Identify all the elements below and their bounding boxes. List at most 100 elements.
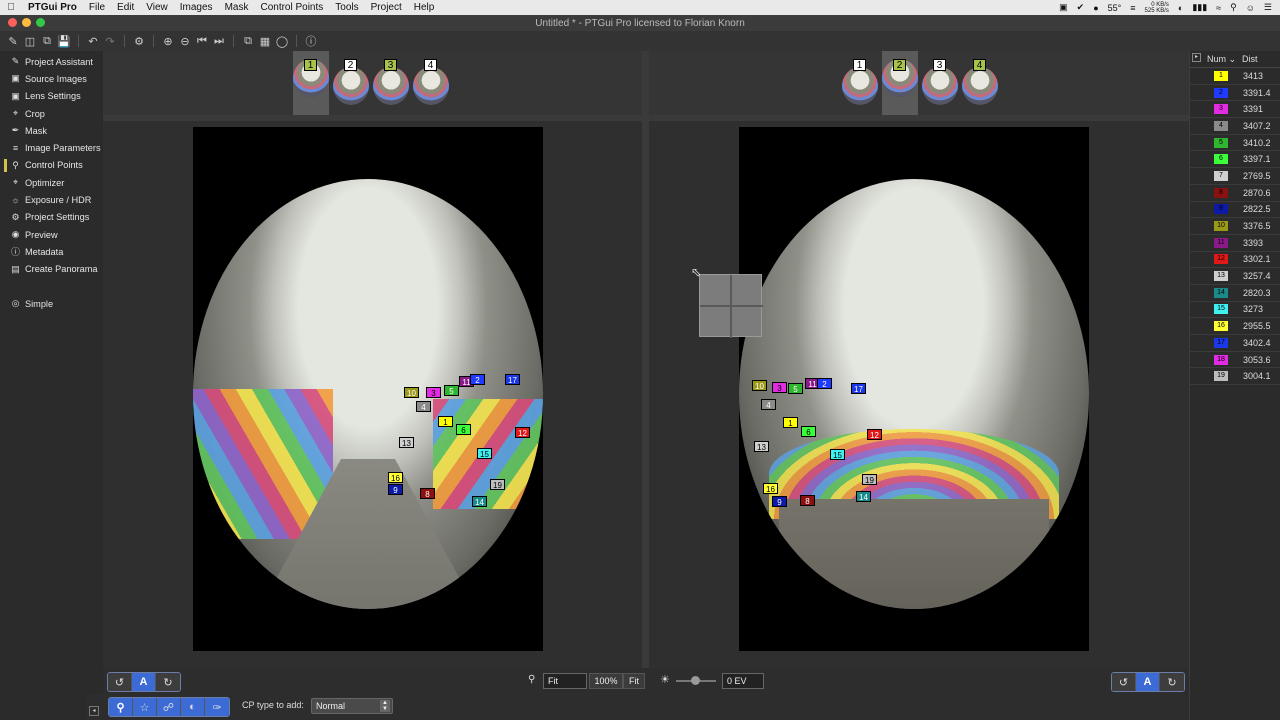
notification-icon[interactable]: ☰ bbox=[1264, 2, 1272, 13]
close-window-button[interactable] bbox=[8, 18, 17, 27]
minimize-window-button[interactable] bbox=[22, 18, 31, 27]
control-point[interactable]: 10 bbox=[752, 380, 767, 391]
new-project-icon[interactable]: ✎ bbox=[6, 34, 20, 48]
sidebar-item-lens-settings[interactable]: ▣ Lens Settings bbox=[0, 88, 102, 105]
table-row[interactable]: 7 2769.5 bbox=[1190, 168, 1280, 185]
sidebar-item-control-points[interactable]: ⚲ Control Points bbox=[0, 157, 102, 174]
help-icon[interactable]: ⓘ bbox=[304, 34, 318, 48]
table-row[interactable]: 1 3413 bbox=[1190, 68, 1280, 85]
menu-images[interactable]: Images bbox=[174, 2, 219, 13]
table-row[interactable]: 4 3407.2 bbox=[1190, 118, 1280, 135]
table-row[interactable]: 5 3410.2 bbox=[1190, 135, 1280, 152]
sidebar-item-image-parameters[interactable]: ≡ Image Parameters bbox=[0, 139, 102, 156]
table-row[interactable]: 2 3391.4 bbox=[1190, 85, 1280, 102]
table-row[interactable]: 18 3053.6 bbox=[1190, 352, 1280, 369]
battery-icon[interactable]: ▮▮▮ bbox=[1192, 2, 1207, 13]
left-thumb-3[interactable]: 3 bbox=[373, 59, 409, 107]
menu-app-name[interactable]: PTGui Pro bbox=[22, 2, 83, 13]
exposure-slider-thumb[interactable] bbox=[691, 676, 700, 685]
sidebar-item-crop[interactable]: ⌖ Crop bbox=[0, 105, 102, 122]
control-point[interactable]: 8 bbox=[800, 495, 815, 506]
table-row[interactable]: 16 2955.5 bbox=[1190, 318, 1280, 335]
sidebar-item-source-images[interactable]: ▣ Source Images bbox=[0, 70, 102, 87]
table-row[interactable]: 13 3257.4 bbox=[1190, 268, 1280, 285]
panorama-editor-icon[interactable]: ⧉ bbox=[241, 34, 255, 48]
control-point[interactable]: 12 bbox=[867, 429, 882, 440]
control-point[interactable]: 6 bbox=[801, 426, 816, 437]
sidebar-item-simple[interactable]: ◎ Simple bbox=[0, 295, 102, 312]
control-point[interactable]: 6 bbox=[456, 424, 471, 435]
control-point[interactable]: 2 bbox=[470, 374, 485, 385]
right-thumb-3[interactable]: 3 bbox=[922, 59, 958, 107]
contrast-icon[interactable]: ◐ bbox=[181, 698, 205, 716]
table-row[interactable]: 14 2820.3 bbox=[1190, 285, 1280, 302]
table-row[interactable]: 8 2870.6 bbox=[1190, 185, 1280, 202]
zoom-100-button[interactable]: 100% bbox=[589, 673, 623, 689]
pane-splitter-vertical[interactable] bbox=[642, 51, 649, 668]
save-project-icon[interactable]: 💾 bbox=[57, 34, 71, 48]
control-point[interactable]: 16 bbox=[388, 472, 403, 483]
control-point[interactable]: 19 bbox=[862, 474, 877, 485]
control-point[interactable]: 5 bbox=[788, 383, 803, 394]
control-point[interactable]: 13 bbox=[399, 437, 414, 448]
wifi-icon[interactable]: ≈ bbox=[1216, 3, 1221, 13]
control-point[interactable]: 1 bbox=[783, 417, 798, 428]
menu-mask[interactable]: Mask bbox=[219, 2, 255, 13]
control-point[interactable]: 3 bbox=[772, 382, 787, 393]
sidebar-item-create-panorama[interactable]: ▤ Create Panorama bbox=[0, 261, 102, 278]
control-point[interactable]: 17 bbox=[505, 374, 520, 385]
right-thumb-4[interactable]: 4 bbox=[962, 59, 998, 107]
right-thumb-2[interactable]: 2 bbox=[882, 51, 918, 115]
table-row[interactable]: 19 3004.1 bbox=[1190, 368, 1280, 386]
menu-help[interactable]: Help bbox=[408, 2, 441, 13]
add-cp-pin-icon[interactable]: ⚲ bbox=[109, 698, 133, 716]
auto-align-button[interactable]: A bbox=[132, 673, 156, 691]
zoom-window-button[interactable] bbox=[36, 18, 45, 27]
table-row[interactable]: 9 2822.5 bbox=[1190, 202, 1280, 219]
fast-forward-icon[interactable]: ⏭ bbox=[212, 34, 226, 48]
sidebar-item-preview[interactable]: ◉ Preview bbox=[0, 226, 102, 243]
sidebar-item-project-settings[interactable]: ⚙ Project Settings bbox=[0, 209, 102, 226]
right-thumb-1[interactable]: 1 bbox=[842, 59, 878, 107]
sidebar-item-metadata[interactable]: ⓘ Metadata bbox=[0, 243, 102, 260]
control-point[interactable]: 13 bbox=[754, 441, 769, 452]
table-row[interactable]: 12 3302.1 bbox=[1190, 252, 1280, 269]
control-point[interactable]: 14 bbox=[472, 496, 487, 507]
undo-icon[interactable]: ↶ bbox=[86, 34, 100, 48]
open-project-icon[interactable]: ◫ bbox=[23, 34, 37, 48]
control-point[interactable]: 1 bbox=[438, 416, 453, 427]
control-point[interactable]: 2 bbox=[817, 378, 832, 389]
right-image-frame[interactable]: 10 3 5 11 2 17 4 1 6 12 13 15 19 16 9 8 … bbox=[739, 127, 1089, 651]
menu-view[interactable]: View bbox=[140, 2, 174, 13]
check-circle-icon[interactable]: ✔ bbox=[1077, 2, 1085, 13]
control-point[interactable]: 4 bbox=[416, 401, 431, 412]
redo-icon[interactable]: ↷ bbox=[103, 34, 117, 48]
menu-control-points[interactable]: Control Points bbox=[254, 2, 329, 13]
control-point[interactable]: 3 bbox=[426, 387, 441, 398]
table-row[interactable]: 10 3376.5 bbox=[1190, 218, 1280, 235]
sidebar-item-exposure-hdr[interactable]: ☼ Exposure / HDR bbox=[0, 191, 102, 208]
menu-file[interactable]: File bbox=[83, 2, 111, 13]
eyedropper-icon[interactable]: ✑ bbox=[205, 698, 229, 716]
left-image-view[interactable]: 10 3 5 11 2 17 4 1 6 12 13 15 16 9 8 19 … bbox=[103, 121, 642, 668]
left-thumb-2[interactable]: 2 bbox=[333, 59, 369, 107]
settings-gear-icon[interactable]: ⚙ bbox=[132, 34, 146, 48]
control-point[interactable]: 14 bbox=[856, 491, 871, 502]
sidebar-item-optimizer[interactable]: ⌖ Optimizer bbox=[0, 174, 102, 191]
control-point[interactable]: 19 bbox=[490, 479, 505, 490]
open-recent-icon[interactable]: ⧉ bbox=[40, 34, 54, 48]
menu-edit[interactable]: Edit bbox=[111, 2, 140, 13]
rotate-right-icon[interactable]: ↻ bbox=[156, 673, 180, 691]
auto-align-button[interactable]: A bbox=[1136, 673, 1160, 691]
control-point[interactable]: 5 bbox=[444, 385, 459, 396]
control-point[interactable]: 8 bbox=[420, 488, 435, 499]
sidebar-item-mask[interactable]: ✒ Mask bbox=[0, 122, 102, 139]
zoom-out-icon[interactable]: ⊖ bbox=[178, 34, 192, 48]
rotate-left-icon[interactable]: ↺ bbox=[1112, 673, 1136, 691]
apple-icon[interactable]:  bbox=[0, 2, 22, 13]
column-header-dist[interactable]: Dist bbox=[1225, 54, 1258, 64]
rotate-left-icon[interactable]: ↺ bbox=[108, 673, 132, 691]
table-row[interactable]: 17 3402.4 bbox=[1190, 335, 1280, 352]
menu-project[interactable]: Project bbox=[365, 2, 408, 13]
sliders-icon[interactable]: ≡ bbox=[1130, 3, 1135, 13]
